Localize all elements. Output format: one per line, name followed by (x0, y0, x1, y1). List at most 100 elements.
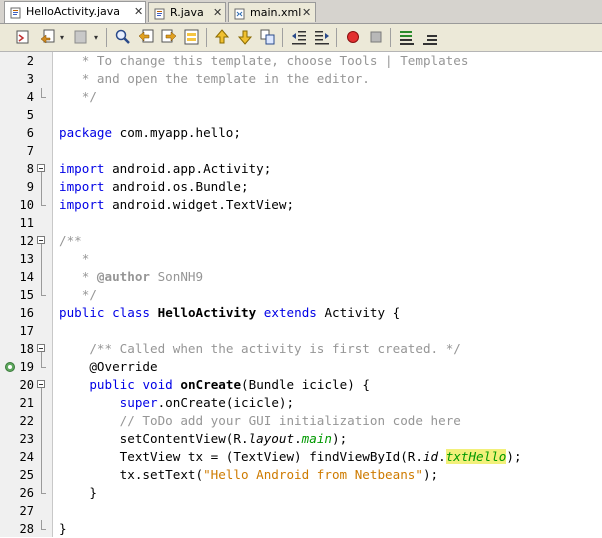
code-text[interactable]: package com.myapp.hello; (59, 124, 241, 142)
fold-collapse-icon[interactable] (37, 380, 45, 388)
line-number: 8 (26, 162, 34, 176)
code-text[interactable]: public void onCreate(Bundle icicle) { (59, 376, 370, 394)
source-history-icon[interactable] (14, 28, 32, 46)
code-token: void (142, 377, 173, 392)
code-line[interactable]: 19 @Override (0, 358, 602, 376)
code-line[interactable]: 14 * @author SonNH9 (0, 268, 602, 286)
code-text[interactable]: @Override (59, 358, 157, 376)
code-text[interactable]: * (59, 250, 90, 268)
code-text[interactable]: } (59, 484, 97, 502)
shift-right-icon[interactable] (313, 28, 331, 46)
code-text[interactable]: super.onCreate(icicle); (59, 394, 294, 412)
next-bookmark-icon[interactable] (236, 28, 254, 46)
code-text[interactable]: // ToDo add your GUI initialization code… (59, 412, 461, 430)
find-icon[interactable] (114, 28, 132, 46)
code-text[interactable]: setContentView(R.layout.main); (59, 430, 348, 448)
code-line[interactable]: 3 * and open the template in the editor. (0, 70, 602, 88)
code-line[interactable]: 2 * To change this template, choose Tool… (0, 52, 602, 70)
fold-guide (41, 88, 42, 97)
start-macro-icon[interactable] (344, 28, 362, 46)
code-line[interactable]: 23 setContentView(R.layout.main); (0, 430, 602, 448)
code-text[interactable]: import android.widget.TextView; (59, 196, 294, 214)
code-text[interactable]: TextView tx = (TextView) findViewById(R.… (59, 448, 522, 466)
close-icon[interactable]: ✕ (213, 3, 222, 23)
code-token: . (294, 431, 302, 446)
code-text[interactable]: import android.os.Bundle; (59, 178, 249, 196)
back-icon[interactable] (39, 28, 57, 46)
code-line[interactable]: 27 (0, 502, 602, 520)
code-line[interactable]: 5 (0, 106, 602, 124)
line-number: 15 (19, 288, 34, 302)
code-line[interactable]: 20 public void onCreate(Bundle icicle) { (0, 376, 602, 394)
code-token: txtHello (445, 449, 507, 464)
code-text[interactable]: */ (59, 286, 97, 304)
toggle-highlight-icon[interactable] (183, 28, 201, 46)
code-token: com.myapp.hello; (112, 125, 241, 140)
uncomment-icon[interactable] (421, 28, 439, 46)
code-line[interactable]: 12 /** (0, 232, 602, 250)
code-text[interactable]: /** (59, 232, 82, 250)
code-token: onCreate (180, 377, 242, 392)
code-line[interactable]: 9 import android.os.Bundle; (0, 178, 602, 196)
code-text[interactable]: } (59, 520, 67, 538)
tab-r-java[interactable]: R.java ✕ (148, 2, 226, 22)
code-line[interactable]: 17 (0, 322, 602, 340)
fold-collapse-icon[interactable] (37, 164, 45, 172)
code-token: // ToDo add your GUI initialization code… (119, 413, 461, 428)
code-line[interactable]: 18 /** Called when the activity is first… (0, 340, 602, 358)
code-text[interactable]: */ (59, 88, 97, 106)
code-line[interactable]: 21 super.onCreate(icicle); (0, 394, 602, 412)
code-line[interactable]: 28} (0, 520, 602, 538)
code-text[interactable]: * @author SonNH9 (59, 268, 203, 286)
code-line[interactable]: 22 // ToDo add your GUI initialization c… (0, 412, 602, 430)
code-line[interactable]: 4 */ (0, 88, 602, 106)
close-icon[interactable]: ✕ (302, 3, 311, 23)
code-token: public (89, 377, 135, 392)
code-line[interactable]: 6 package com.myapp.hello; (0, 124, 602, 142)
code-text[interactable]: * and open the template in the editor. (59, 70, 370, 88)
code-line[interactable]: 25 tx.setText("Hello Android from Netbea… (0, 466, 602, 484)
code-editor[interactable]: 2 * To change this template, choose Tool… (0, 52, 602, 537)
toggle-bookmark-icon[interactable] (259, 28, 277, 46)
find-previous-icon[interactable] (137, 28, 155, 46)
code-text[interactable]: tx.setText("Hello Android from Netbeans"… (59, 466, 438, 484)
dropdown-arrow-icon[interactable]: ▾ (60, 34, 64, 42)
tab-hello-activity[interactable]: HelloActivity.java ✕ (4, 1, 146, 23)
comment-icon[interactable] (398, 28, 416, 46)
code-line[interactable]: 24 TextView tx = (TextView) findViewById… (0, 448, 602, 466)
stop-macro-icon[interactable] (367, 28, 385, 46)
code-text[interactable]: import android.app.Activity; (59, 160, 271, 178)
code-line[interactable]: 7 (0, 142, 602, 160)
override-marker-icon[interactable] (5, 362, 15, 372)
previous-bookmark-icon[interactable] (213, 28, 231, 46)
code-token: ); (332, 431, 348, 446)
code-token: id (422, 449, 439, 464)
code-line[interactable]: 10 import android.widget.TextView; (0, 196, 602, 214)
tab-main-xml[interactable]: main.xml ✕ (228, 2, 316, 22)
code-line[interactable]: 16 public class HelloActivity extends Act… (0, 304, 602, 322)
code-text[interactable]: * To change this template, choose Tools … (59, 52, 469, 70)
line-number: 4 (26, 90, 34, 104)
line-number: 2 (26, 54, 34, 68)
fold-guide (41, 484, 42, 493)
close-icon[interactable]: ✕ (134, 2, 143, 22)
code-text[interactable]: public class HelloActivity extends Activ… (59, 304, 400, 322)
line-number: 20 (19, 378, 34, 392)
find-next-icon[interactable] (160, 28, 178, 46)
fold-collapse-icon[interactable] (37, 344, 45, 352)
code-line[interactable]: 8 import android.app.Activity; (0, 160, 602, 178)
code-text[interactable]: /** Called when the activity is first cr… (59, 340, 461, 358)
code-line[interactable]: 26 } (0, 484, 602, 502)
fold-collapse-icon[interactable] (37, 236, 45, 244)
code-line[interactable]: 15 */ (0, 286, 602, 304)
line-number: 25 (19, 468, 34, 482)
code-line[interactable]: 11 (0, 214, 602, 232)
code-token: layout (248, 431, 295, 446)
dropdown-arrow-icon[interactable]: ▾ (94, 34, 98, 42)
code-token: (Bundle icicle) { (241, 377, 370, 392)
code-line[interactable]: 13 * (0, 250, 602, 268)
shift-left-icon[interactable] (290, 28, 308, 46)
code-token: } (59, 485, 97, 500)
forward-icon[interactable] (72, 28, 90, 46)
